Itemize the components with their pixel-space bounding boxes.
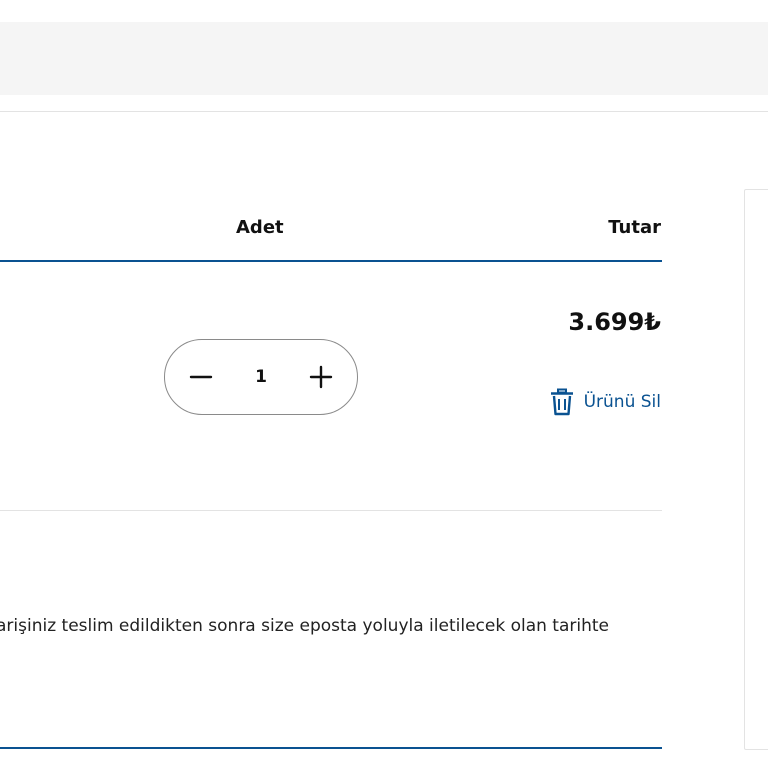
item-price: 3.699₺ xyxy=(568,308,661,336)
header-divider xyxy=(0,260,662,262)
plus-icon xyxy=(309,365,333,389)
cart-page: Adet Tutar 3.699₺ 1 Ürünü Sil arişiniz t… xyxy=(0,0,768,768)
section-divider xyxy=(0,747,662,749)
delivery-note: arişiniz teslim edildikten sonra size ep… xyxy=(0,616,609,636)
remove-item-label: Ürünü Sil xyxy=(583,392,661,412)
quantity-value: 1 xyxy=(255,367,267,387)
top-bar xyxy=(0,22,768,95)
row-divider xyxy=(0,510,662,511)
quantity-stepper: 1 xyxy=(164,339,358,415)
minus-icon xyxy=(189,375,213,379)
order-summary-panel xyxy=(744,189,768,750)
column-header-amount: Tutar xyxy=(608,217,661,238)
increase-quantity-button[interactable] xyxy=(301,357,341,397)
column-header-quantity: Adet xyxy=(236,217,284,238)
decrease-quantity-button[interactable] xyxy=(181,357,221,397)
remove-item-button[interactable]: Ürünü Sil xyxy=(550,388,661,416)
top-divider xyxy=(0,111,768,112)
trash-icon xyxy=(550,388,573,416)
